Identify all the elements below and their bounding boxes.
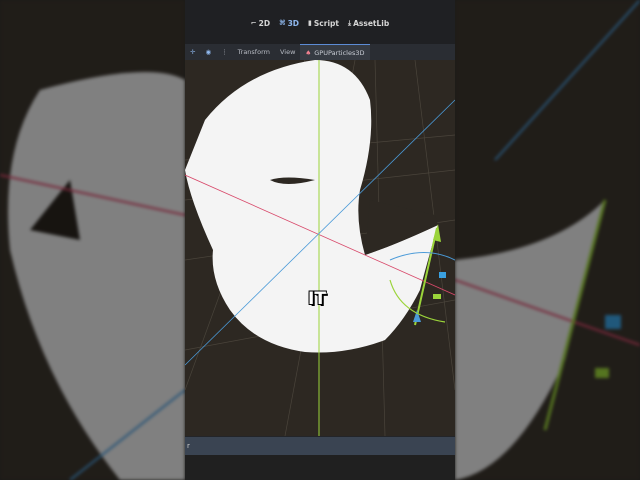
view-menu[interactable]: View: [275, 48, 300, 56]
bottom-panel: r: [185, 437, 455, 455]
status-bar: [185, 455, 455, 480]
2d-icon: ⌐: [250, 19, 257, 27]
snap-icon[interactable]: ✛: [185, 48, 200, 56]
download-icon: ⤓: [347, 18, 352, 27]
tab-assetlib[interactable]: ⤓ AssetLib: [348, 19, 389, 28]
3d-viewport[interactable]: IT: [185, 59, 455, 437]
transform-menu[interactable]: Transform: [233, 48, 275, 56]
video-caption: IT: [308, 289, 326, 309]
viewport-toolbar: ✛ ◉ ⋮ Transform View ♠ GPUParticles3D: [185, 44, 455, 60]
tab-script[interactable]: ▮ Script: [308, 19, 339, 28]
tab-2d[interactable]: ⌐ 2D: [251, 19, 270, 28]
particles-icon: ♠: [305, 48, 312, 57]
3d-icon: ⌘: [279, 19, 286, 27]
tab-3d[interactable]: ⌘ 3D: [279, 19, 299, 28]
script-icon: ▮: [308, 19, 312, 27]
blurred-background-right: [455, 0, 640, 480]
node-tab-gpuparticles3d[interactable]: ♠ GPUParticles3D: [300, 44, 370, 60]
blurred-background-left: [0, 0, 185, 480]
main-screen-tabs: ⌐ 2D ⌘ 3D ▮ Script ⤓ AssetLib: [185, 0, 455, 44]
more-options-icon[interactable]: ⋮: [216, 48, 233, 56]
godot-editor: ⌐ 2D ⌘ 3D ▮ Script ⤓ AssetLib ✛ ◉ ⋮ Transfor…: [185, 0, 455, 480]
environment-icon[interactable]: ◉: [200, 48, 216, 56]
